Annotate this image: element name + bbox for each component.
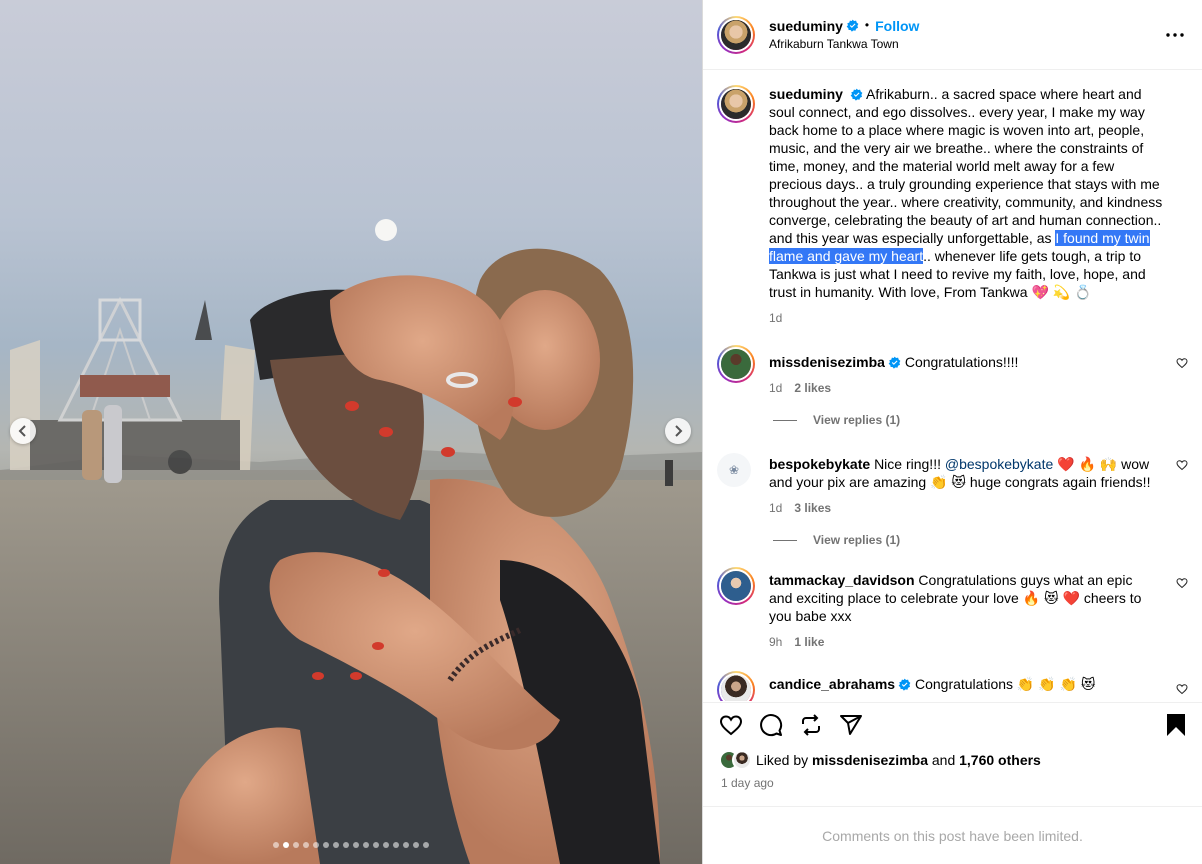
carousel-dot bbox=[393, 842, 399, 848]
view-replies-label: View replies (1) bbox=[813, 533, 901, 547]
save-button[interactable] bbox=[1166, 713, 1186, 737]
verified-badge-icon bbox=[888, 356, 901, 369]
carousel-dot bbox=[403, 842, 409, 848]
carousel-dot bbox=[293, 842, 299, 848]
carousel-dot bbox=[273, 842, 279, 848]
comment-bubble-icon bbox=[760, 713, 783, 736]
chevron-left-icon bbox=[18, 425, 26, 437]
carousel-dots bbox=[0, 842, 702, 848]
more-horizontal-icon bbox=[1166, 33, 1184, 37]
comment-username[interactable]: bespokebykate bbox=[769, 456, 870, 472]
carousel-dot bbox=[313, 842, 319, 848]
verified-badge-icon bbox=[898, 678, 911, 691]
post-media[interactable] bbox=[0, 0, 702, 864]
comment-time[interactable]: 9h bbox=[769, 633, 782, 651]
comment-avatar[interactable]: ❀ bbox=[717, 453, 751, 487]
carousel-dot bbox=[373, 842, 379, 848]
view-replies-button[interactable]: View replies (1) bbox=[773, 413, 1202, 427]
caption-time[interactable]: 1d bbox=[769, 309, 782, 327]
caption-avatar[interactable] bbox=[717, 85, 755, 123]
bespoke-logo-icon: ❀ bbox=[717, 453, 751, 487]
replies-line bbox=[773, 539, 797, 541]
carousel-dot bbox=[353, 842, 359, 848]
likes-prefix: Liked by bbox=[756, 752, 813, 768]
comment-item: missdenisezimba Congratulations!!!! 1d 2… bbox=[703, 345, 1202, 397]
heart-icon bbox=[719, 714, 743, 735]
comment-item: candice_abrahams Congratulations 👏 👏 👏 😻 bbox=[703, 671, 1202, 701]
comment-button[interactable] bbox=[759, 713, 783, 737]
likes-middle: and bbox=[927, 752, 960, 768]
carousel-dot bbox=[383, 842, 389, 848]
comment-likes[interactable]: 3 likes bbox=[794, 499, 831, 517]
comment-username[interactable]: missdenisezimba bbox=[769, 354, 885, 370]
repost-button[interactable] bbox=[799, 713, 823, 737]
repost-icon bbox=[802, 713, 820, 736]
view-replies-label: View replies (1) bbox=[813, 413, 901, 427]
post-caption: sueduminy Afrikaburn.. a sacred space wh… bbox=[703, 71, 1202, 327]
post-header: sueduminy • Follow Afrikaburn Tankwa Tow… bbox=[703, 0, 1202, 70]
like-comment-heart-icon[interactable] bbox=[1176, 683, 1188, 695]
share-button[interactable] bbox=[839, 713, 863, 737]
comment-text: Congratulations!!!! bbox=[904, 354, 1019, 370]
verified-badge-icon bbox=[850, 88, 863, 101]
caption-username[interactable]: sueduminy bbox=[769, 86, 843, 102]
like-button[interactable] bbox=[719, 713, 743, 737]
follow-button[interactable]: Follow bbox=[875, 17, 919, 35]
comment-mention[interactable]: @bespokebykate bbox=[945, 456, 1053, 472]
separator-dot: • bbox=[864, 17, 870, 32]
author-username[interactable]: sueduminy bbox=[769, 17, 843, 35]
send-paper-plane-icon bbox=[840, 714, 862, 735]
comment-item: ❀ bespokebykate Nice ring!!! @bespokebyk… bbox=[703, 453, 1202, 517]
like-comment-heart-icon[interactable] bbox=[1176, 357, 1188, 369]
post-actions-bar bbox=[703, 702, 1202, 746]
carousel-dot bbox=[323, 842, 329, 848]
carousel-dot bbox=[423, 842, 429, 848]
carousel-dot bbox=[333, 842, 339, 848]
comment-username[interactable]: tammackay_davidson bbox=[769, 572, 915, 588]
carousel-dot bbox=[343, 842, 349, 848]
comment-time[interactable]: 1d bbox=[769, 499, 782, 517]
carousel-dot bbox=[303, 842, 309, 848]
comment-likes[interactable]: 1 like bbox=[794, 633, 824, 651]
comments-limited-notice: Comments on this post have been limited. bbox=[703, 806, 1202, 864]
likes-summary: Liked by missdenisezimba and 1,760 other… bbox=[719, 750, 1041, 770]
comment-time[interactable]: 1d bbox=[769, 379, 782, 397]
like-comment-heart-icon[interactable] bbox=[1176, 459, 1188, 471]
carousel-next-button[interactable] bbox=[665, 418, 691, 444]
post-sidebar: sueduminy • Follow Afrikaburn Tankwa Tow… bbox=[702, 0, 1202, 864]
like-comment-heart-icon[interactable] bbox=[1176, 577, 1188, 589]
post-timestamp[interactable]: 1 day ago bbox=[721, 776, 774, 790]
comment-avatar[interactable] bbox=[717, 671, 755, 701]
caption-text: Afrikaburn.. a sacred space where heart … bbox=[769, 86, 1163, 246]
post-photo bbox=[0, 219, 702, 864]
comment-avatar[interactable] bbox=[717, 345, 755, 383]
likes-user[interactable]: missdenisezimba bbox=[812, 752, 928, 768]
carousel-prev-button[interactable] bbox=[10, 418, 36, 444]
comments-list[interactable]: sueduminy Afrikaburn.. a sacred space wh… bbox=[703, 71, 1202, 701]
likes-count[interactable]: 1,760 others bbox=[959, 752, 1041, 768]
more-options-button[interactable] bbox=[1166, 25, 1184, 37]
comment-likes[interactable]: 2 likes bbox=[794, 379, 831, 397]
comment-avatar[interactable] bbox=[717, 567, 755, 605]
comment-item: tammackay_davidson Congratulations guys … bbox=[703, 567, 1202, 651]
chevron-right-icon bbox=[675, 425, 683, 437]
verified-badge-icon bbox=[846, 19, 859, 32]
carousel-dot bbox=[413, 842, 419, 848]
carousel-dot bbox=[283, 842, 289, 848]
carousel-dot bbox=[363, 842, 369, 848]
comment-text: Congratulations 👏 👏 👏 😻 bbox=[914, 676, 1096, 692]
comment-username[interactable]: candice_abrahams bbox=[769, 676, 895, 692]
bookmark-filled-icon bbox=[1167, 713, 1185, 736]
post-location[interactable]: Afrikaburn Tankwa Town bbox=[769, 37, 919, 53]
replies-line bbox=[773, 419, 797, 421]
author-avatar[interactable] bbox=[717, 15, 755, 54]
view-replies-button[interactable]: View replies (1) bbox=[773, 533, 1202, 547]
comment-text: Nice ring!!! bbox=[874, 456, 945, 472]
liker-avatar bbox=[732, 750, 752, 770]
